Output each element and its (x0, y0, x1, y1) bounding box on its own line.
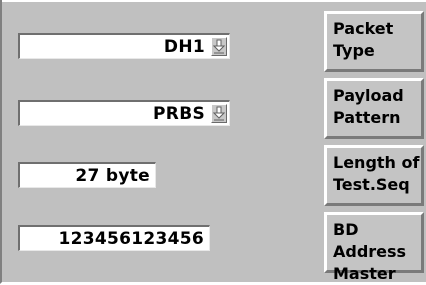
bd-address-master-value: 123456123456 (58, 228, 204, 249)
settings-panel: DH1 PRBS 27 byte 123456123456 Packet Typ… (0, 0, 426, 284)
packet-type-softkey[interactable]: Packet Type (324, 11, 424, 72)
down-arrow-icon (213, 39, 225, 54)
payload-pattern-softkey-label: Payload Pattern (333, 86, 404, 127)
payload-pattern-select[interactable]: PRBS (18, 100, 230, 126)
bd-address-master-softkey-label: BD Address Master (333, 220, 407, 283)
length-of-test-seq-value: 27 byte (75, 165, 150, 186)
packet-type-value: DH1 (163, 36, 205, 57)
payload-pattern-softkey[interactable]: Payload Pattern (324, 78, 424, 139)
length-of-test-seq-field[interactable]: 27 byte (18, 162, 156, 188)
packet-type-dropdown-button[interactable] (211, 37, 227, 56)
down-arrow-icon (213, 106, 225, 121)
bd-address-master-field[interactable]: 123456123456 (18, 225, 210, 251)
packet-type-softkey-label: Packet Type (333, 19, 394, 60)
length-of-test-seq-softkey[interactable]: Length of Test.Seq (324, 145, 424, 206)
payload-pattern-value: PRBS (153, 103, 205, 124)
length-of-test-seq-softkey-label: Length of Test.Seq (333, 153, 420, 194)
payload-pattern-dropdown-button[interactable] (211, 104, 227, 123)
packet-type-select[interactable]: DH1 (18, 33, 230, 59)
bd-address-master-softkey[interactable]: BD Address Master (324, 212, 424, 283)
